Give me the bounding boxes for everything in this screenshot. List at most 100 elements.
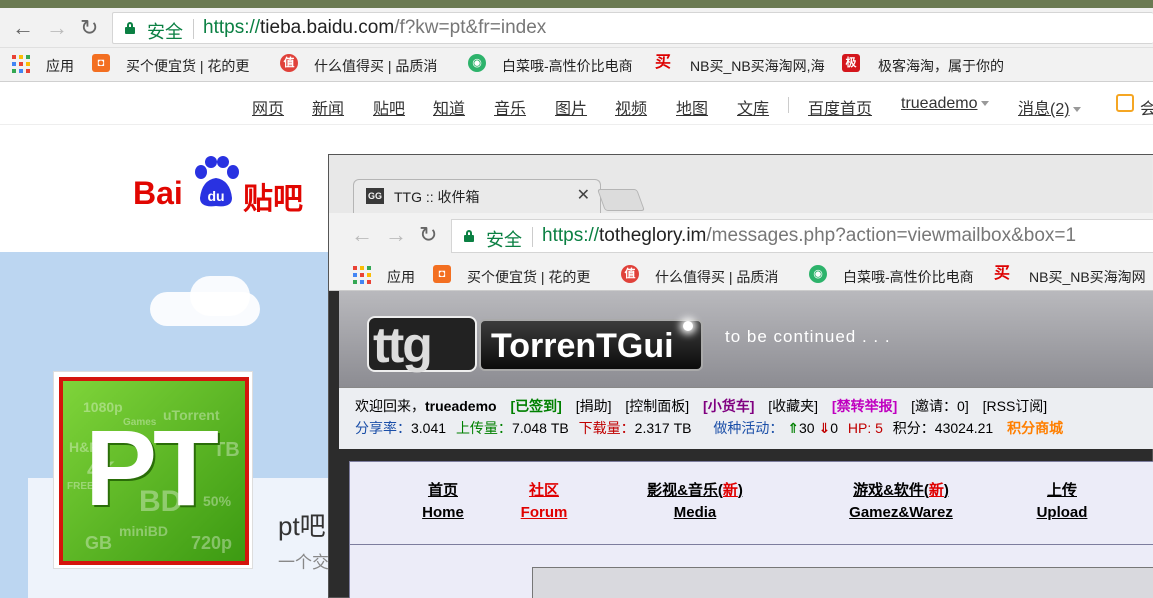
forum-avatar[interactable]: 1080p uTorrent H&R 4K BD TB 50% miniBD G… [53,371,253,569]
ttg-name-logo[interactable]: TorrenTGui [479,319,703,371]
rss-link[interactable]: [RSS订阅] [983,398,1048,414]
member-link[interactable]: 会 [1140,95,1153,119]
ttg-small-logo[interactable]: ttg [367,316,477,372]
nav-upload[interactable]: 上传 Upload [1034,480,1090,524]
user-menu[interactable]: trueademo [901,95,989,113]
nav-home[interactable]: 首页 Home [420,480,466,524]
tieba-logo-text[interactable]: 贴吧 [243,174,303,218]
control-panel-link[interactable]: [控制面板] [625,398,689,414]
bookmark-geek-haitao[interactable]: 极客海淘，属于你的 [878,56,1014,76]
invite-link[interactable]: [邀请：0] [911,398,969,414]
baicaio-icon: ◉ [468,54,486,72]
bookmark-nbmai[interactable]: NB买_NB买海淘网,海 [690,56,826,76]
window-titlebar-strip [0,0,1153,8]
cloud-decoration [190,276,250,316]
member-gift-icon[interactable] [1116,94,1134,112]
baidu-logo-text[interactable]: Bai [133,175,183,212]
ttg-favicon: GG [366,188,384,204]
sparkle-icon [683,321,693,331]
nav-link-news[interactable]: 新闻 [312,95,344,119]
pt-logo-image: 1080p uTorrent H&R 4K BD TB 50% miniBD G… [59,377,249,565]
bookmark-smzdm[interactable]: 什么值得买 | 品质消 [655,267,791,287]
username-link[interactable]: trueademo [425,398,497,414]
checkin-link[interactable]: [已签到] [510,398,561,414]
bookmark-baicaio[interactable]: 白菜哦-高性价比电商 [502,56,638,76]
cart-link[interactable]: [小货车] [703,398,754,414]
points-shop-link[interactable]: 积分商城 [1007,420,1063,436]
nav-forum[interactable]: 社区 Forum [516,480,572,524]
secure-label: 安全 [486,230,522,250]
tab-title: TTG :: 收件箱 [394,189,480,205]
tab-ttg-inbox[interactable]: GG TTG :: 收件箱 ✕ [353,179,601,213]
nav-link-wenku[interactable]: 文库 [737,95,769,119]
report-link[interactable]: [禁转举报] [832,398,897,414]
hp-value: HP: 5 [847,420,883,436]
apps-grid-icon[interactable] [12,55,30,73]
seeding-up-value: 30 [799,420,815,436]
nav-link-web[interactable]: 网页 [252,95,284,119]
nav-link-map[interactable]: 地图 [676,95,708,119]
smzdm-cart-icon: ◘ [92,54,110,72]
chevron-down-icon [980,101,989,107]
back-icon[interactable]: ← [351,223,373,247]
reload-icon[interactable]: ↻ [419,223,437,247]
back-browser-toolbar: ← → ↻ 安全 https://tieba.baidu.com/f?kw=pt… [0,8,1153,48]
bookmark-baicaio[interactable]: 白菜哦-高性价比电商 [843,267,979,287]
apps-grid-icon[interactable] [353,266,371,284]
bookmarks-bar: 应用 ◘ 买个便宜货 | 花的更 值 什么值得买 | 品质消 ◉ 白菜哦-高性价… [0,48,1153,82]
back-icon[interactable]: ← [12,16,34,40]
tab-strip: GG TTG :: 收件箱 ✕ [329,155,1153,213]
new-tab-button[interactable] [596,189,646,211]
nbmai-icon: 买 [654,54,671,71]
arrow-down-icon: ⇓ [818,420,831,436]
lock-icon [125,22,135,34]
ttg-banner: ttg TorrenTGui to be continued . . . [339,291,1153,387]
bookmark-maigepianyihuo[interactable]: 买个便宜货 | 花的更 [467,267,601,287]
lock-icon [464,230,474,242]
welcome-text: 欢迎回来， [355,398,425,414]
address-bar[interactable]: 安全 https://totheglory.im/messages.php?ac… [451,219,1153,253]
nav-gamez-warez[interactable]: 游戏&软件(新) Gamez&Warez [840,480,962,524]
nav-divider [788,97,789,113]
bookmark-apps[interactable]: 应用 [387,267,415,287]
nav-link-images[interactable]: 图片 [555,95,587,119]
user-links-row: 欢迎回来，trueademo [已签到] [捐助] [控制面板] [小货车] [… [355,396,1047,416]
favorites-link[interactable]: [收藏夹] [768,398,818,414]
bookmark-apps[interactable]: 应用 [46,56,74,76]
nav-media[interactable]: 影视&音乐(新) Media [640,480,750,524]
baicaio-icon: ◉ [809,265,827,283]
donate-link[interactable]: [捐助] [576,398,612,414]
points-value: 43024.21 [934,420,994,436]
address-separator [193,19,194,39]
nav-link-tieba[interactable]: 贴吧 [373,95,405,119]
url-text[interactable]: https://totheglory.im/messages.php?actio… [542,225,1076,247]
address-bar[interactable]: 安全 https://tieba.baidu.com/f?kw=pt&fr=in… [112,12,1153,44]
seeding-down-value: 0 [830,420,838,436]
close-tab-icon[interactable]: ✕ [577,185,590,205]
bookmark-smzdm[interactable]: 什么值得买 | 品质消 [314,56,450,76]
bookmark-nbmai[interactable]: NB买_NB买海淘网 [1029,267,1153,287]
ttg-content-area [349,545,1153,598]
points-label: 积分： [892,420,935,436]
url-text[interactable]: https://tieba.baidu.com/f?kw=pt&fr=index [203,17,546,39]
ttg-main-nav: 首页 Home 社区 Forum 影视&音乐(新) Media 游戏&软件(新) Gam… [349,461,1153,545]
nav-link-music[interactable]: 音乐 [494,95,526,119]
baidu-home-link[interactable]: 百度首页 [808,95,872,119]
mailbox-panel [532,567,1153,598]
baidu-du-text: du [207,188,224,204]
smzdm-cart-icon: ◘ [433,265,451,283]
bookmark-maigepianyihuo[interactable]: 买个便宜货 | 花的更 [126,56,260,76]
messages-menu[interactable]: 消息(2) [1018,95,1081,119]
nbmai-icon: 买 [993,265,1010,282]
pt-logo-text: PT [85,407,219,528]
nav-link-video[interactable]: 视频 [615,95,647,119]
user-stats-row: 分享率：3.041 上传量：7.048 TB 下载量：2.317 TB 做种活动… [355,418,1063,438]
ttg-user-info: 欢迎回来，trueademo [已签到] [捐助] [控制面板] [小货车] [… [339,387,1153,449]
baidu-paw-logo-icon[interactable]: du [192,156,240,208]
nav-link-zhidao[interactable]: 知道 [433,95,465,119]
forward-icon[interactable]: → [385,223,407,247]
baidu-top-nav: 网页 新闻 贴吧 知道 音乐 图片 视频 地图 文库 百度首页 trueadem… [0,83,1153,125]
secure-label: 安全 [147,22,183,42]
forward-icon[interactable]: → [46,16,68,40]
reload-icon[interactable]: ↻ [80,16,98,40]
